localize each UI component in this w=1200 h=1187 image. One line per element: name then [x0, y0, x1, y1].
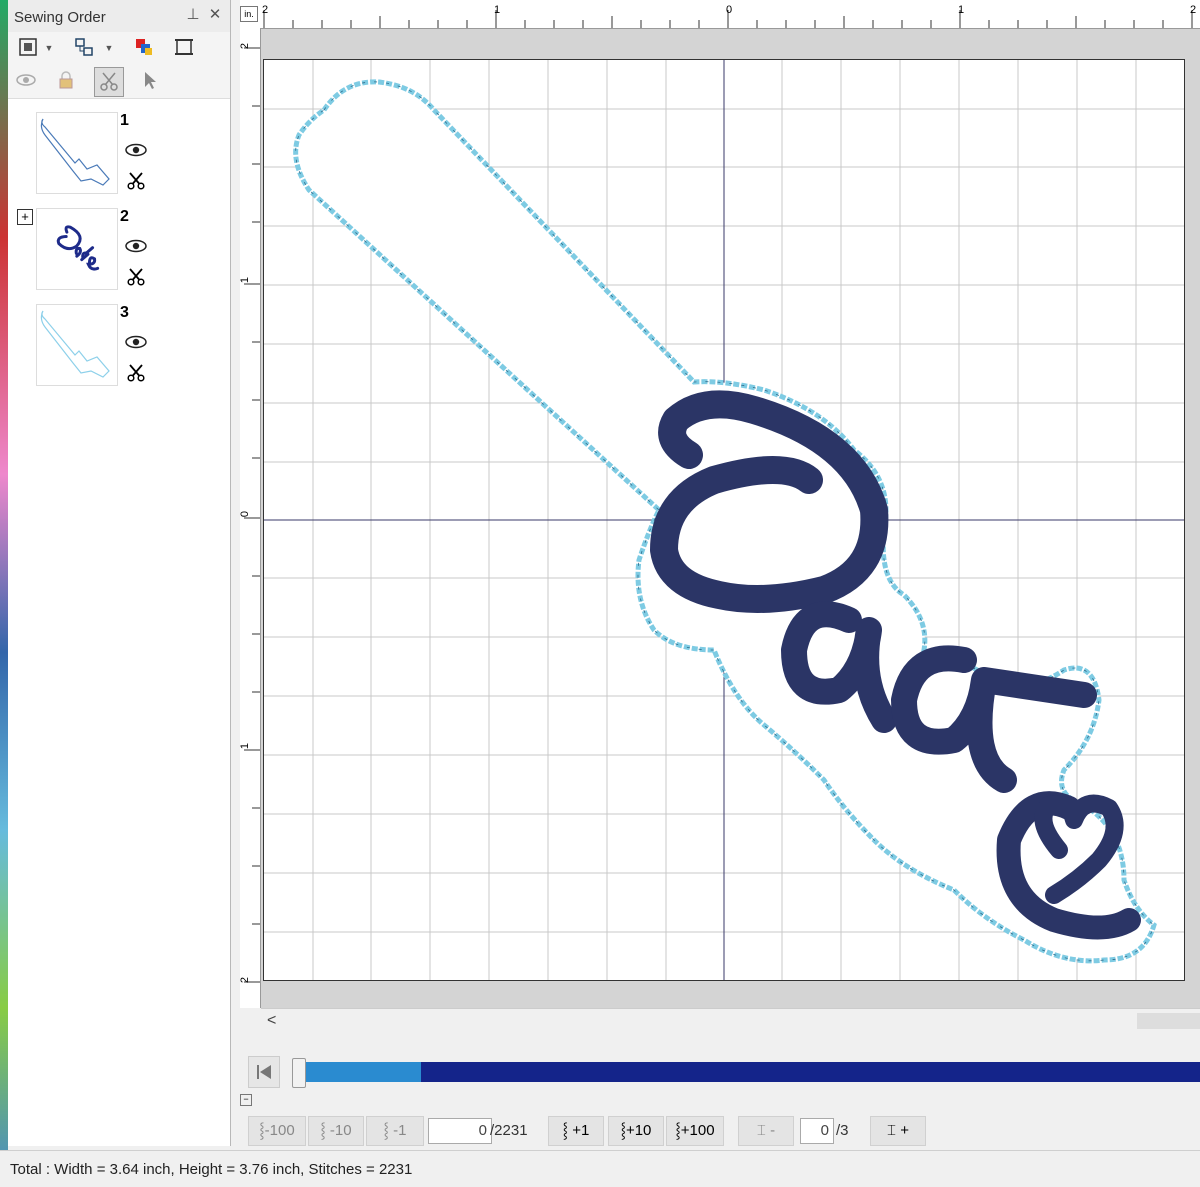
ruler-label: 1: [958, 4, 965, 16]
color-total: /3: [836, 1122, 849, 1139]
hoop-frame-icon[interactable]: [172, 36, 196, 60]
sewing-order-panel: Sewing Order ⊥ ✕ ▼ ▼ 1 + 2 3: [8, 0, 231, 1146]
ruler-unit[interactable]: in.: [240, 6, 258, 22]
lock-icon[interactable]: [54, 69, 78, 93]
ruler-label: 2: [239, 42, 252, 50]
scrollbar-thumb[interactable]: [1137, 1013, 1200, 1029]
ruler-label: 1: [239, 742, 252, 750]
scissors-icon[interactable]: [127, 364, 145, 382]
item-thumbnail: [36, 208, 118, 290]
color-number-input[interactable]: 0: [800, 1118, 834, 1144]
ruler-label: 2: [239, 976, 252, 984]
item-number: 1: [120, 112, 129, 129]
sewing-order-item[interactable]: + 2: [8, 204, 230, 300]
ruler-label: 1: [494, 4, 501, 16]
desktop-background-strip: [0, 0, 8, 1186]
eye-icon[interactable]: [125, 142, 147, 158]
horizontal-scrollbar[interactable]: <: [261, 1008, 1200, 1033]
hoop-frame-icon: ⌶: [756, 1122, 771, 1139]
forward-10-button[interactable]: ⸾+10: [608, 1116, 664, 1146]
sewing-order-item[interactable]: 1: [8, 108, 230, 204]
ruler-label: 0: [239, 510, 252, 518]
horizontal-ruler: 2 1 0 1 2: [240, 0, 1200, 29]
embroidery-design[interactable]: [264, 60, 1184, 980]
eye-icon[interactable]: [125, 334, 147, 350]
fit-view-icon[interactable]: [16, 36, 40, 60]
status-text: Total : Width = 3.64 inch, Height = 3.76…: [10, 1161, 413, 1178]
forward-1-button[interactable]: ⸾ +1: [548, 1116, 604, 1146]
stitch-progress-fill: [305, 1062, 421, 1082]
cursor-arrow-icon[interactable]: [138, 69, 162, 93]
needle-icon: ⸾: [562, 1122, 573, 1139]
previous-color-button[interactable]: ⌶ -: [738, 1116, 794, 1146]
item-number: 2: [120, 208, 129, 225]
stitch-progress-track[interactable]: [305, 1062, 1200, 1082]
sewing-order-item[interactable]: 3: [8, 300, 230, 396]
hoop-frame-icon: ⌶: [887, 1122, 901, 1139]
eye-icon[interactable]: [125, 238, 147, 254]
scissors-icon[interactable]: [127, 172, 145, 190]
ruler-label: 2: [1190, 4, 1197, 16]
item-thumbnail: [36, 112, 118, 194]
stitch-slider-handle[interactable]: [292, 1058, 306, 1088]
close-icon[interactable]: ✕: [206, 6, 224, 24]
vertical-ruler: 2 1 0 1 2: [239, 28, 261, 1008]
item-thumbnail: [36, 304, 118, 386]
scissors-toggle-icon[interactable]: [94, 67, 124, 97]
needle-icon: ⸾: [383, 1122, 394, 1139]
ruler-label: 2: [262, 4, 269, 16]
scissors-icon[interactable]: [127, 268, 145, 286]
group-order-icon[interactable]: [72, 36, 96, 60]
status-bar: Total : Width = 3.64 inch, Height = 3.76…: [0, 1150, 1200, 1187]
panel-title: Sewing Order: [14, 9, 106, 26]
item-number: 3: [120, 304, 129, 321]
back-100-button[interactable]: ⸾-100: [248, 1116, 306, 1146]
pin-icon[interactable]: ⊥: [184, 6, 202, 24]
collapse-icon[interactable]: −: [240, 1094, 252, 1106]
expand-toggle[interactable]: +: [17, 209, 33, 225]
chevron-down-icon[interactable]: ▼: [44, 36, 54, 60]
go-to-start-button[interactable]: [248, 1056, 280, 1088]
panel-toolbar-bottom: [8, 64, 230, 99]
next-color-button[interactable]: ⌶ +: [870, 1116, 926, 1146]
ruler-label: 1: [239, 276, 252, 284]
stitch-simulator: − ⸾-100 ⸾ -10 ⸾ -1 0 /2231 ⸾ +1 ⸾+10 ⸾+1…: [240, 1046, 1200, 1146]
stitch-total: /2231: [490, 1122, 528, 1139]
color-order-icon[interactable]: [132, 36, 156, 60]
forward-100-button[interactable]: ⸾+100: [666, 1116, 724, 1146]
stitch-number-input[interactable]: 0: [428, 1118, 492, 1144]
eye-icon[interactable]: [14, 69, 38, 93]
back-10-button[interactable]: ⸾ -10: [308, 1116, 364, 1146]
back-1-button[interactable]: ⸾ -1: [366, 1116, 424, 1146]
scroll-left-icon[interactable]: <: [267, 1012, 276, 1030]
embroidery-hoop-area[interactable]: [263, 59, 1185, 981]
panel-title-bar: Sewing Order ⊥ ✕: [8, 0, 230, 33]
chevron-down-icon[interactable]: ▼: [104, 36, 114, 60]
ruler-label: 0: [726, 4, 733, 16]
needle-icon: ⸾: [320, 1122, 330, 1139]
panel-toolbar-top: ▼ ▼: [8, 32, 230, 64]
